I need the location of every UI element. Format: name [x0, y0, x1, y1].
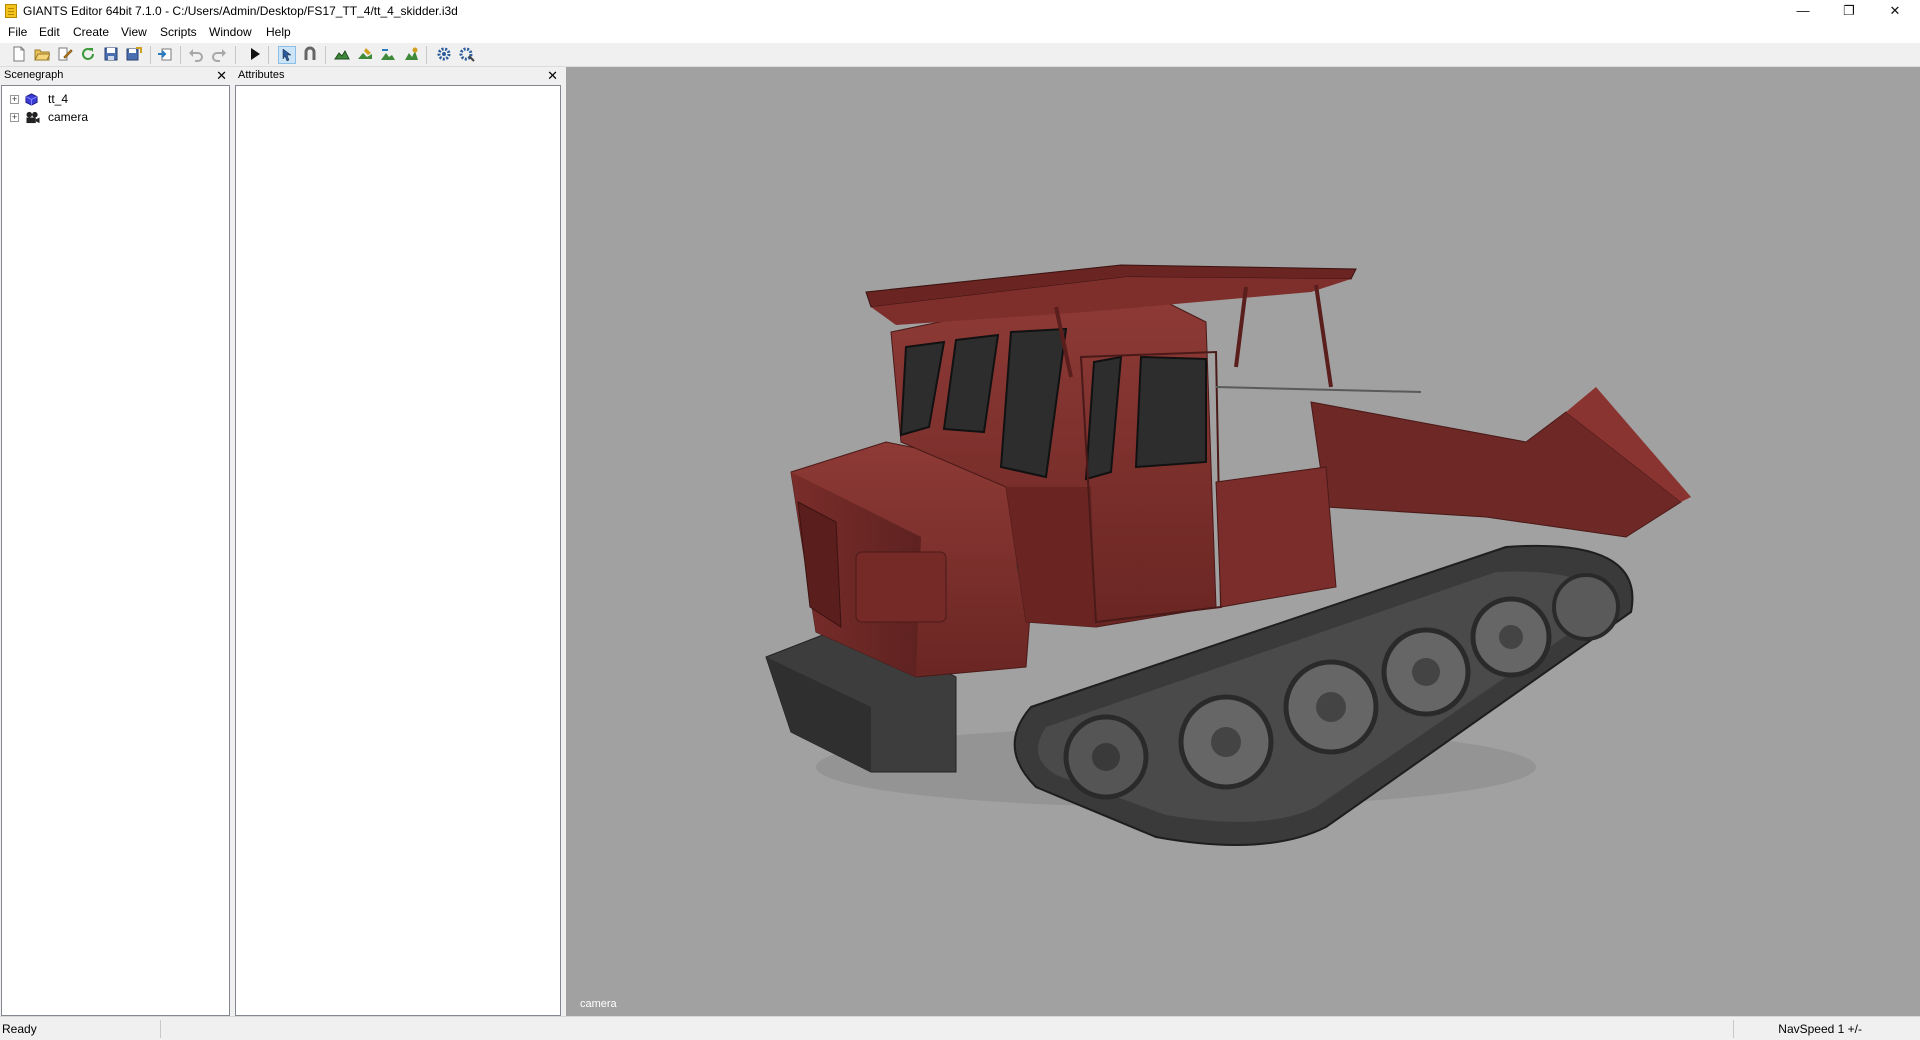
- scenegraph-tree[interactable]: + tt_4 + camera: [1, 85, 230, 1016]
- toolbar-separator: [235, 46, 236, 64]
- expand-icon[interactable]: +: [10, 113, 19, 122]
- nav-speed-readout: NavSpeed 1 +/-: [1778, 1022, 1862, 1036]
- tree-node-label: tt_4: [48, 92, 69, 106]
- toolbar-separator: [150, 46, 151, 64]
- menu-create[interactable]: Create: [73, 25, 109, 39]
- attributes-body[interactable]: [235, 85, 561, 1016]
- magnet-icon[interactable]: [301, 46, 319, 64]
- transform-group-icon: [25, 93, 38, 106]
- close-attributes-icon[interactable]: ✕: [547, 67, 558, 84]
- viewport-camera-label: camera: [580, 998, 617, 1010]
- menu-file[interactable]: File: [8, 25, 27, 39]
- toolbar-separator: [180, 46, 181, 64]
- terrain-sculpt-icon[interactable]: [333, 46, 351, 64]
- import-icon[interactable]: [156, 46, 174, 64]
- giants-app-icon: [5, 4, 17, 18]
- attributes-panel: Attributes ✕: [234, 67, 562, 1016]
- minimize-button[interactable]: —: [1780, 0, 1826, 22]
- menu-help[interactable]: Help: [266, 25, 291, 39]
- game-settings-icon[interactable]: [435, 46, 453, 64]
- scenegraph-panel: Scenegraph ✕ + tt_4 + camera: [0, 67, 231, 1016]
- foliage-paint-icon[interactable]: [379, 46, 397, 64]
- save-as-icon[interactable]: [125, 46, 143, 64]
- script-settings-icon[interactable]: [458, 46, 476, 64]
- scenegraph-title: Scenegraph: [4, 69, 64, 81]
- edit-file-icon[interactable]: [56, 46, 74, 64]
- open-file-icon[interactable]: [33, 46, 51, 64]
- menu-window[interactable]: Window: [209, 25, 252, 39]
- scenegraph-header: Scenegraph ✕: [0, 67, 231, 84]
- reload-icon[interactable]: [79, 46, 97, 64]
- select-mode-icon[interactable]: [278, 46, 296, 64]
- toolbar-separator: [325, 46, 326, 64]
- status-bar: Ready NavSpeed 1 +/-: [0, 1016, 1920, 1040]
- skidder-model-render: [765, 264, 1691, 846]
- camera-icon: [26, 111, 40, 124]
- menu-view[interactable]: View: [121, 25, 147, 39]
- undo-icon[interactable]: [187, 46, 205, 64]
- object-paint-icon[interactable]: [402, 46, 420, 64]
- status-separator: [160, 1020, 161, 1038]
- save-icon[interactable]: [102, 46, 120, 64]
- tree-node-label: camera: [48, 110, 89, 124]
- terrain-paint-icon[interactable]: [356, 46, 374, 64]
- 3d-viewport[interactable]: camera: [566, 67, 1920, 1016]
- expand-icon[interactable]: +: [10, 95, 19, 104]
- toolbar-separator: [426, 46, 427, 64]
- main-toolbar: [0, 43, 1920, 67]
- window-title: GIANTS Editor 64bit 7.1.0 - C:/Users/Adm…: [23, 4, 458, 18]
- attributes-title: Attributes: [238, 69, 285, 81]
- play-icon[interactable]: [246, 46, 264, 64]
- toolbar-separator: [268, 46, 269, 64]
- close-window-button[interactable]: ✕: [1872, 0, 1918, 22]
- menu-bar: File Edit Create View Scripts Window Hel…: [0, 22, 1920, 43]
- menu-scripts[interactable]: Scripts: [160, 25, 197, 39]
- close-scenegraph-icon[interactable]: ✕: [216, 67, 227, 84]
- status-text: Ready: [2, 1022, 37, 1036]
- redo-icon[interactable]: [210, 46, 228, 64]
- title-bar: GIANTS Editor 64bit 7.1.0 - C:/Users/Adm…: [0, 0, 1920, 22]
- menu-edit[interactable]: Edit: [39, 25, 60, 39]
- restore-button[interactable]: ❐: [1826, 0, 1872, 22]
- new-file-icon[interactable]: [10, 46, 28, 64]
- status-separator: [1733, 1020, 1734, 1038]
- attributes-header: Attributes ✕: [234, 67, 562, 84]
